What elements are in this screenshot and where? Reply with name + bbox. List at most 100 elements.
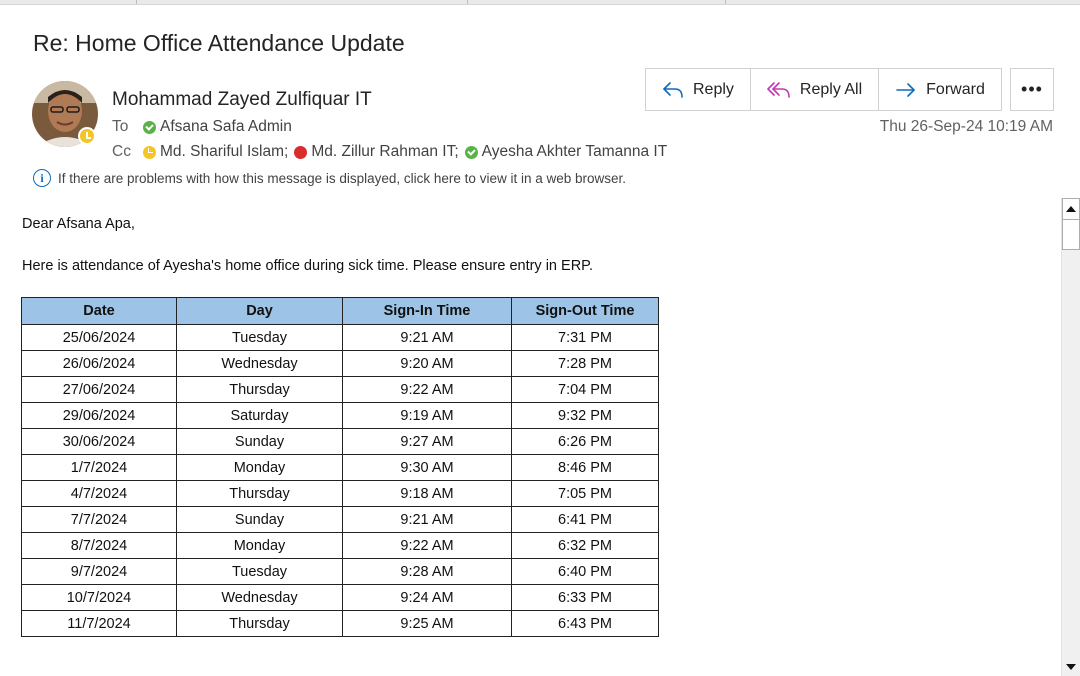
more-actions-button[interactable]: ••• [1010, 68, 1054, 111]
presence-available-icon [143, 120, 156, 134]
cell-date: 29/06/2024 [21, 402, 177, 429]
top-tab-strip [0, 0, 1080, 5]
column-header-sign-out: Sign-Out Time [511, 297, 659, 325]
cell-sign-out: 7:04 PM [511, 376, 659, 403]
vertical-scrollbar[interactable] [1061, 198, 1080, 676]
cell-day: Wednesday [176, 584, 343, 611]
cell-date: 4/7/2024 [21, 480, 177, 507]
cell-sign-out: 8:46 PM [511, 454, 659, 481]
body-greeting: Dear Afsana Apa, [22, 216, 135, 232]
info-circle-icon: i [33, 169, 51, 187]
cell-day: Tuesday [176, 558, 343, 585]
reply-all-button[interactable]: Reply All [751, 69, 880, 110]
cell-sign-in: 9:30 AM [342, 454, 512, 481]
column-header-sign-in: Sign-In Time [342, 297, 512, 325]
presence-busy-icon [294, 145, 308, 159]
cell-sign-in: 9:18 AM [342, 480, 512, 507]
cell-day: Sunday [176, 428, 343, 455]
cell-sign-in: 9:27 AM [342, 428, 512, 455]
recipient-cc[interactable]: Ayesha Akhter Tamanna IT [482, 143, 668, 161]
to-line: To Afsana Safa Admin [112, 118, 298, 136]
cell-date: 9/7/2024 [21, 558, 177, 585]
cell-sign-in: 9:28 AM [342, 558, 512, 585]
table-row: 30/06/2024 Sunday 9:27 AM 6:26 PM [21, 428, 659, 455]
cell-sign-out: 6:41 PM [511, 506, 659, 533]
cell-day: Monday [176, 454, 343, 481]
chevron-up-icon [1066, 206, 1076, 212]
cell-day: Monday [176, 532, 343, 559]
cell-sign-out: 6:43 PM [511, 610, 659, 637]
cell-day: Thursday [176, 480, 343, 507]
cell-sign-in: 9:24 AM [342, 584, 512, 611]
cell-sign-in: 9:22 AM [342, 532, 512, 559]
reply-all-label: Reply All [799, 80, 863, 98]
reply-button[interactable]: Reply [646, 69, 751, 110]
cell-date: 1/7/2024 [21, 454, 177, 481]
table-row: 11/7/2024 Thursday 9:25 AM 6:43 PM [21, 610, 659, 637]
cell-sign-out: 6:33 PM [511, 584, 659, 611]
cell-day: Saturday [176, 402, 343, 429]
table-row: 8/7/2024 Monday 9:22 AM 6:32 PM [21, 532, 659, 559]
cell-date: 10/7/2024 [21, 584, 177, 611]
table-row: 7/7/2024 Sunday 9:21 AM 6:41 PM [21, 506, 659, 533]
attendance-table: Date Day Sign-In Time Sign-Out Time 25/0… [21, 297, 659, 637]
cell-day: Wednesday [176, 350, 343, 377]
table-row: 10/7/2024 Wednesday 9:24 AM 6:33 PM [21, 584, 659, 611]
cell-sign-in: 9:20 AM [342, 350, 512, 377]
table-row: 27/06/2024 Thursday 9:22 AM 7:04 PM [21, 376, 659, 403]
cell-sign-in: 9:19 AM [342, 402, 512, 429]
cell-sign-in: 9:21 AM [342, 506, 512, 533]
cell-date: 26/06/2024 [21, 350, 177, 377]
cell-day: Thursday [176, 376, 343, 403]
info-bar[interactable]: i If there are problems with how this me… [33, 169, 626, 187]
cell-day: Thursday [176, 610, 343, 637]
cell-sign-in: 9:21 AM [342, 324, 512, 351]
reply-all-arrow-icon [767, 81, 790, 98]
table-row: 1/7/2024 Monday 9:30 AM 8:46 PM [21, 454, 659, 481]
cell-sign-in: 9:22 AM [342, 376, 512, 403]
cell-day: Sunday [176, 506, 343, 533]
cell-sign-out: 6:26 PM [511, 428, 659, 455]
cell-date: 8/7/2024 [21, 532, 177, 559]
table-row: 25/06/2024 Tuesday 9:21 AM 7:31 PM [21, 324, 659, 351]
info-bar-text[interactable]: If there are problems with how this mess… [58, 171, 626, 186]
sender-presence-away-icon [78, 127, 96, 145]
presence-available-icon [464, 145, 478, 159]
presence-away-icon [143, 145, 156, 159]
cell-date: 11/7/2024 [21, 610, 177, 637]
recipient-cc[interactable]: Md. Zillur Rahman IT; [311, 143, 458, 161]
sender-name[interactable]: Mohammad Zayed Zulfiquar IT [112, 89, 372, 111]
message-subject: Re: Home Office Attendance Update [33, 30, 405, 56]
message-actions: Reply Reply All Forward [645, 68, 1002, 111]
body-paragraph: Here is attendance of Ayesha's home offi… [22, 258, 594, 274]
message-date: Thu 26-Sep-24 10:19 AM [879, 118, 1053, 135]
cell-sign-out: 7:31 PM [511, 324, 659, 351]
scroll-down-button[interactable] [1062, 658, 1080, 676]
forward-label: Forward [926, 80, 985, 98]
chevron-down-icon [1066, 664, 1076, 670]
cell-sign-in: 9:25 AM [342, 610, 512, 637]
cell-date: 25/06/2024 [21, 324, 177, 351]
scroll-up-button[interactable] [1062, 198, 1080, 220]
table-row: 26/06/2024 Wednesday 9:20 AM 7:28 PM [21, 350, 659, 377]
table-row: 9/7/2024 Tuesday 9:28 AM 6:40 PM [21, 558, 659, 585]
forward-arrow-icon [896, 82, 915, 97]
table-row: 29/06/2024 Saturday 9:19 AM 9:32 PM [21, 402, 659, 429]
cc-label: Cc [112, 143, 131, 160]
recipient-cc[interactable]: Md. Shariful Islam; [160, 143, 288, 161]
cell-day: Tuesday [176, 324, 343, 351]
cell-sign-out: 7:28 PM [511, 350, 659, 377]
table-row: 4/7/2024 Thursday 9:18 AM 7:05 PM [21, 480, 659, 507]
reply-arrow-icon [663, 81, 683, 98]
cell-sign-out: 6:32 PM [511, 532, 659, 559]
recipient-to[interactable]: Afsana Safa Admin [160, 118, 292, 136]
forward-button[interactable]: Forward [879, 69, 1001, 110]
cell-sign-out: 7:05 PM [511, 480, 659, 507]
column-header-day: Day [176, 297, 343, 325]
to-label: To [112, 118, 129, 135]
scroll-thumb[interactable] [1062, 220, 1080, 250]
cell-date: 7/7/2024 [21, 506, 177, 533]
cell-sign-out: 6:40 PM [511, 558, 659, 585]
cell-sign-out: 9:32 PM [511, 402, 659, 429]
reply-label: Reply [693, 80, 734, 98]
